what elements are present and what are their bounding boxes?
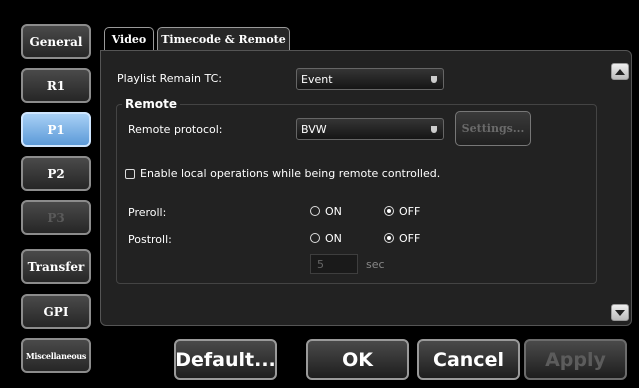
default-button-label: Default...: [175, 348, 276, 371]
apply-button: Apply: [524, 339, 627, 380]
sidebar-item-gpi[interactable]: GPI: [21, 294, 91, 329]
scroll-down-button[interactable]: [611, 304, 629, 321]
cancel-button[interactable]: Cancel: [417, 339, 520, 380]
sec-value: 5: [317, 257, 324, 271]
ok-button[interactable]: OK: [306, 339, 409, 380]
settings-button[interactable]: Settings...: [455, 111, 531, 146]
sidebar-item-label: Transfer: [27, 259, 85, 274]
postroll-off-radio[interactable]: [384, 233, 394, 243]
remote-protocol-value: BVW: [301, 122, 327, 136]
sidebar-item-transfer[interactable]: Transfer: [21, 249, 91, 284]
sidebar-item-label: Miscellaneous: [25, 350, 87, 361]
chevron-down-icon: [431, 126, 437, 133]
sidebar-item-label: General: [29, 34, 83, 49]
default-button[interactable]: Default...: [174, 339, 277, 380]
tab-label: Video: [111, 32, 147, 46]
postroll-off-label: OFF: [399, 232, 421, 245]
sidebar-item-p1[interactable]: P1: [21, 112, 91, 147]
triangle-down-icon: [615, 309, 625, 316]
postroll-on-label: ON: [325, 232, 342, 245]
preroll-label: Preroll:: [128, 206, 167, 219]
remote-protocol-dropdown[interactable]: BVW: [296, 118, 444, 140]
sidebar-item-miscellaneous[interactable]: Miscellaneous: [21, 338, 91, 373]
sidebar-item-label: P2: [47, 166, 65, 181]
sidebar-item-label: P1: [47, 122, 65, 137]
cancel-button-label: Cancel: [433, 348, 504, 371]
chevron-down-icon: [431, 76, 437, 83]
sec-unit-label: sec: [366, 258, 385, 271]
sidebar-item-general[interactable]: General: [21, 24, 91, 59]
ok-button-label: OK: [342, 348, 373, 371]
tab-video[interactable]: Video: [104, 27, 154, 50]
enable-local-checkbox[interactable]: [125, 169, 135, 179]
sidebar-item-p2[interactable]: P2: [21, 156, 91, 191]
preroll-off-radio[interactable]: [384, 206, 394, 216]
enable-local-label: Enable local operations while being remo…: [140, 167, 441, 180]
remote-group-title: Remote: [122, 97, 181, 111]
scroll-up-button[interactable]: [611, 63, 629, 80]
tab-label: Timecode & Remote: [161, 32, 286, 46]
playlist-remain-value: Event: [301, 72, 333, 86]
sidebar-item-p3: P3: [21, 200, 91, 235]
remote-protocol-label: Remote protocol:: [128, 123, 223, 136]
sidebar-item-label: R1: [46, 78, 66, 93]
apply-button-label: Apply: [545, 348, 606, 371]
preroll-on-label: ON: [325, 205, 342, 218]
settings-button-label: Settings...: [461, 122, 525, 135]
tab-timecode-remote[interactable]: Timecode & Remote: [157, 27, 290, 50]
sidebar-item-label: GPI: [43, 304, 69, 319]
preroll-off-label: OFF: [399, 205, 421, 218]
sidebar-item-r1[interactable]: R1: [21, 68, 91, 103]
sec-input: 5: [310, 254, 358, 274]
playlist-remain-dropdown[interactable]: Event: [296, 68, 444, 90]
preroll-on-radio[interactable]: [310, 206, 320, 216]
postroll-label: Postroll:: [128, 233, 172, 246]
playlist-remain-label: Playlist Remain TC:: [117, 72, 222, 85]
sidebar-item-label: P3: [47, 210, 65, 225]
triangle-up-icon: [615, 68, 625, 75]
postroll-on-radio[interactable]: [310, 233, 320, 243]
